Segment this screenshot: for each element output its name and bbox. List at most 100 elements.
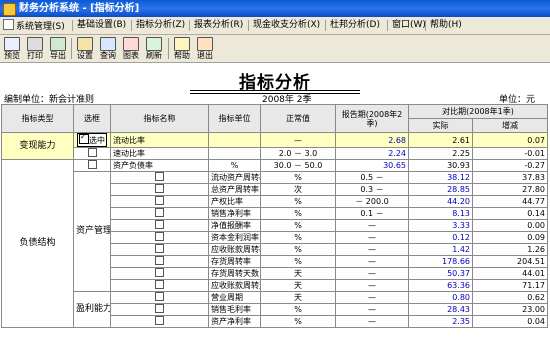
indicator-name-cell: 营业周期 — [208, 291, 261, 304]
report-value-cell: 63.36 — [408, 279, 473, 292]
select-cell[interactable] — [110, 291, 209, 304]
checkbox[interactable] — [87, 160, 97, 169]
checkbox[interactable] — [87, 148, 97, 157]
select-cell[interactable] — [110, 243, 209, 256]
col-select: 选框 — [73, 104, 111, 133]
table-row[interactable]: 变现能力 选中流动比率 —2.682.610.07 — [1, 132, 549, 160]
normal-value-cell: 0.1 － — [335, 207, 409, 220]
unit-cell: 天 — [260, 267, 336, 280]
report-value-cell: 0.80 — [408, 291, 473, 304]
toolbar-separator — [168, 38, 169, 59]
selected-marker[interactable]: 选中 — [77, 133, 107, 147]
compare-actual-cell: 23.00 — [471, 303, 549, 316]
checkbox[interactable] — [155, 220, 164, 229]
normal-value-cell: — — [335, 279, 409, 292]
normal-value-cell: — — [335, 315, 409, 328]
select-cell[interactable] — [110, 231, 209, 244]
checkbox[interactable] — [155, 244, 164, 253]
print-button[interactable]: 打印 — [24, 36, 46, 61]
select-cell[interactable] — [110, 267, 209, 280]
checkbox[interactable] — [79, 134, 89, 144]
help-button[interactable]: 帮助 — [171, 36, 193, 61]
table-row[interactable]: 资产管理流动资产周转率%0.5 －38.1237.830.28 — [2, 171, 549, 292]
checkbox[interactable] — [155, 184, 164, 193]
unit-cell: % — [260, 171, 336, 184]
export-button[interactable]: 导出 — [47, 36, 69, 61]
print-icon — [27, 37, 43, 51]
unit-cell: % — [260, 231, 336, 244]
normal-value-cell: 0.3 － — [335, 183, 409, 196]
select-cell[interactable] — [110, 303, 209, 316]
compare-actual-cell: 0.09 — [471, 231, 549, 244]
select-cell[interactable] — [110, 219, 209, 232]
checkbox[interactable] — [155, 280, 164, 289]
refresh-button[interactable]: 刷新 — [143, 36, 165, 61]
chart-button[interactable]: 图表 — [120, 36, 142, 61]
toolbar: 预览 打印 导出 设置 查询 图表 刷新 帮助 退出 — [0, 35, 550, 63]
indicator-name-cell: 应收账款周转率 — [208, 243, 261, 256]
select-cell[interactable] — [110, 279, 209, 292]
indicator-name-cell: 速动比率 — [110, 147, 209, 160]
preview-button[interactable]: 预览 — [1, 36, 23, 61]
menu-help[interactable]: 帮助(H) — [430, 19, 462, 32]
col-report: 报告期(2008年2季) — [335, 104, 409, 133]
report-value-cell: 38.12 — [408, 171, 473, 184]
indicator-name-cell: 销售毛利率 — [208, 303, 261, 316]
checkbox[interactable] — [155, 292, 164, 301]
select-cell[interactable] — [110, 207, 209, 220]
col-type: 指标类型 — [1, 104, 74, 133]
window-titlebar: 财务分析系统 - [指标分析] — [0, 0, 550, 17]
report-value-cell: 2.35 — [408, 315, 473, 328]
checkbox[interactable] — [155, 196, 164, 205]
checkbox[interactable] — [155, 268, 164, 277]
table-row[interactable]: 负债结构 资产负债率% 30.0 － 50.0 30.65 30.93 -0.27 — [1, 159, 549, 328]
select-cell[interactable] — [110, 315, 209, 328]
menu-indicator-analysis[interactable]: 指标分析(Z) — [136, 19, 185, 32]
compare-actual-cell: 0.04 — [471, 315, 549, 328]
query-button[interactable]: 查询 — [97, 36, 119, 61]
select-cell[interactable] — [110, 171, 209, 184]
indicator-name-cell: 存货周转天数 — [208, 267, 261, 280]
checkbox[interactable] — [155, 316, 164, 325]
menu-window[interactable]: 窗口(W) — [392, 19, 426, 32]
checkbox[interactable] — [155, 256, 164, 265]
change-value-cell: -0.01 — [471, 147, 549, 160]
select-cell[interactable] — [73, 159, 111, 172]
table-row[interactable]: 速动比率 2.0 － 3.0 2.24 2.25 -0.01 — [2, 147, 549, 160]
checkbox[interactable] — [155, 172, 164, 181]
compare-actual-cell: 2.61 — [408, 132, 473, 148]
select-cell[interactable] — [110, 255, 209, 268]
normal-value-cell: — — [335, 219, 409, 232]
menu-separator — [387, 20, 388, 31]
select-cell[interactable] — [110, 195, 209, 208]
menu-separator — [425, 20, 426, 31]
export-icon — [50, 37, 66, 51]
unit-cell: 天 — [260, 291, 336, 304]
checkbox[interactable] — [155, 304, 164, 313]
unit-cell — [208, 132, 261, 148]
select-cell[interactable] — [110, 183, 209, 196]
table-row[interactable]: 盈利能力营业周期天—0.800.620.18 — [2, 291, 549, 328]
indicator-name-cell: 存货周转率 — [208, 255, 261, 268]
settings-button[interactable]: 设置 — [74, 36, 96, 61]
report-value-cell: 30.65 — [335, 159, 409, 172]
select-cell[interactable] — [73, 147, 111, 160]
compare-actual-cell: 37.83 — [471, 171, 549, 184]
exit-button[interactable]: 退出 — [194, 36, 216, 61]
normal-value-cell: 0.5 － — [335, 171, 409, 184]
checkbox[interactable] — [155, 208, 164, 217]
menu-separator — [131, 20, 132, 31]
report-value-cell: 8.13 — [408, 207, 473, 220]
select-cell[interactable]: 选中 — [73, 132, 111, 148]
checkbox[interactable] — [155, 232, 164, 241]
indicator-type-cell: 变现能力 — [1, 132, 74, 160]
menu-cash-analysis[interactable]: 现金收支分析(X) — [253, 19, 320, 32]
menu-dupont-analysis[interactable]: 杜邦分析(D) — [330, 19, 380, 32]
normal-value-cell: 2.0 － 3.0 — [260, 147, 336, 160]
change-value-cell: -0.27 — [471, 159, 549, 172]
compare-actual-cell: 0.00 — [471, 219, 549, 232]
menu-system[interactable]: 系统管理(S) — [3, 19, 65, 32]
menu-report-analysis[interactable]: 报表分析(R) — [194, 19, 243, 32]
report-value-cell: 44.20 — [408, 195, 473, 208]
menu-basic-settings[interactable]: 基础设置(B) — [77, 19, 126, 32]
